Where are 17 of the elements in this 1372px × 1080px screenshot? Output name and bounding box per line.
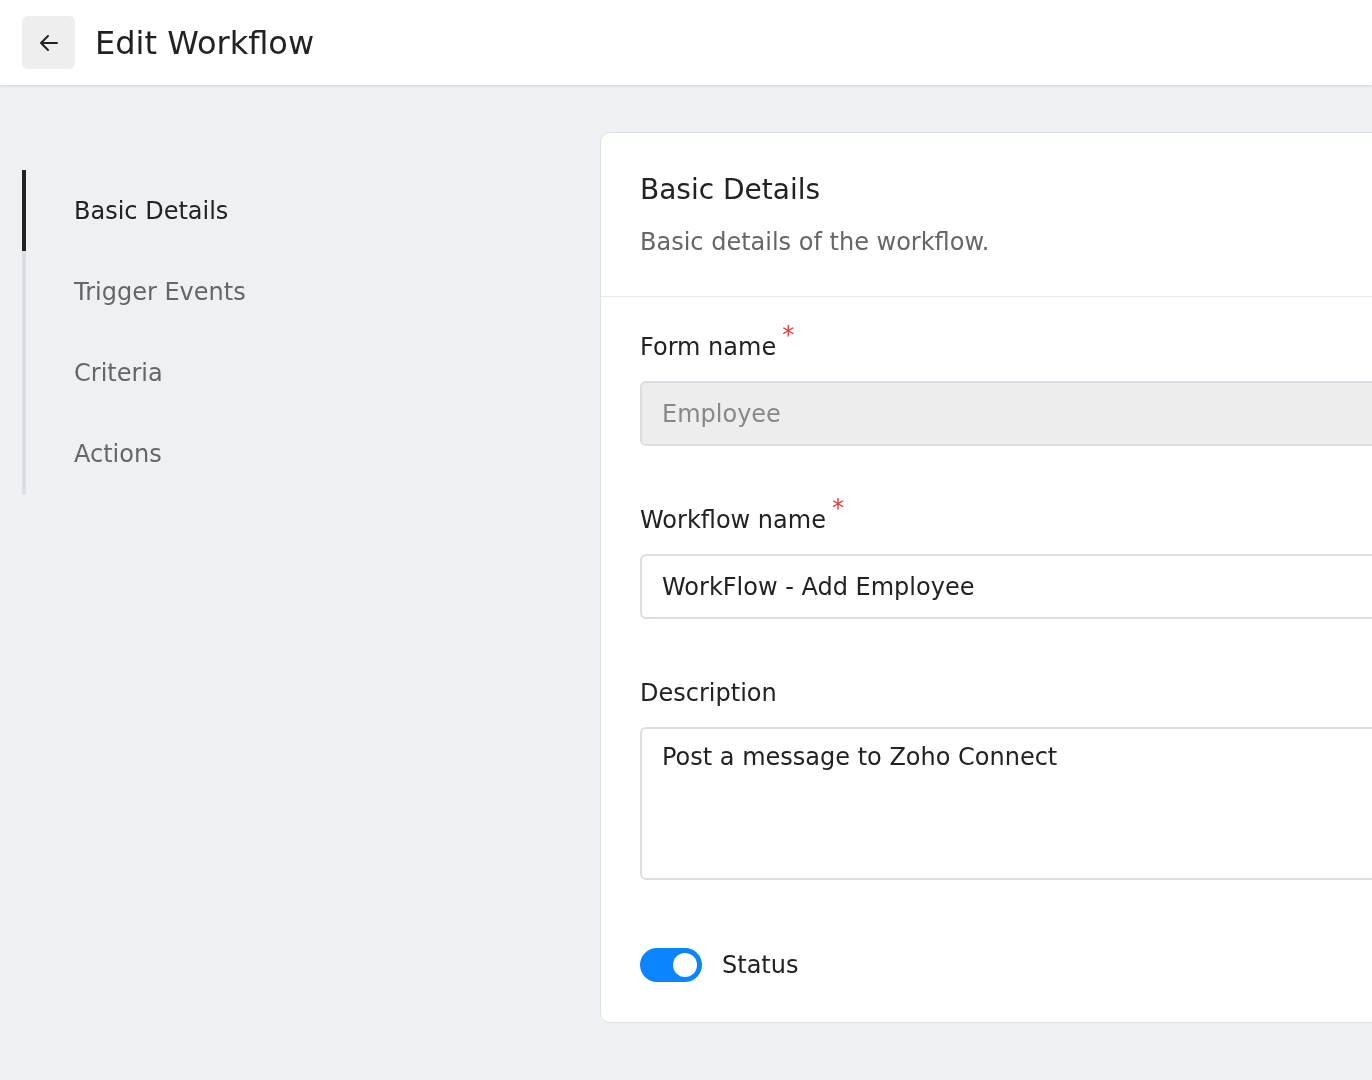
required-mark: *	[831, 494, 844, 522]
field-label: Workflow name	[640, 506, 826, 534]
description-field[interactable]: Post a message to Zoho Connect	[640, 727, 1372, 880]
back-button[interactable]	[22, 16, 75, 69]
required-mark: *	[782, 321, 795, 349]
page-title: Edit Workflow	[95, 23, 315, 62]
status-toggle[interactable]	[640, 948, 702, 982]
input-field[interactable]: WorkFlow - Add Employee	[640, 554, 1372, 619]
nav-item[interactable]: Actions	[22, 413, 578, 494]
nav-item[interactable]: Criteria	[22, 332, 578, 413]
nav-item[interactable]: Trigger Events	[22, 251, 578, 332]
field-label: Description	[640, 679, 777, 707]
card-subtitle: Basic details of the workflow.	[640, 228, 991, 256]
toggle-label: Status	[722, 951, 799, 979]
card-title: Basic Details	[640, 173, 822, 206]
field-label: Form name	[640, 333, 777, 361]
nav-item[interactable]: Basic Details	[22, 170, 578, 251]
